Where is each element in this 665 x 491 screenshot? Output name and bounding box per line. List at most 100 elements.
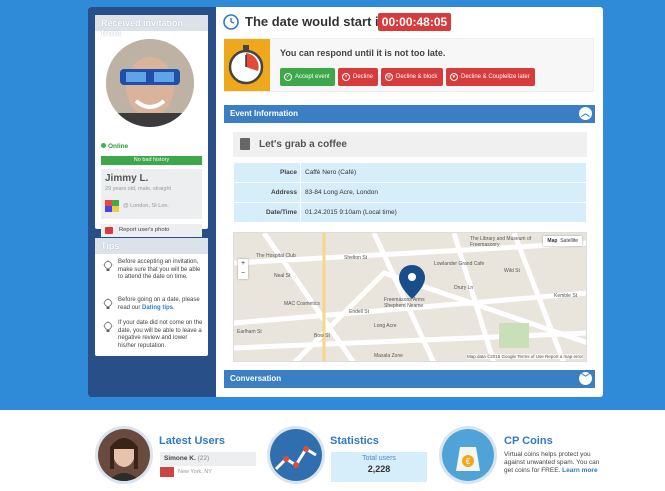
lightbulb-icon — [102, 298, 114, 309]
accept-label: Accept event — [295, 74, 330, 80]
coins-description: Virtual coins helps protect you against … — [504, 451, 600, 475]
row-value: 83-84 Long Acre, London — [300, 182, 587, 203]
tip-text: If your date did not come on the date, y… — [118, 320, 203, 349]
report-photo-button[interactable]: Report user's photo — [101, 224, 202, 237]
map-label: Neal St — [274, 273, 291, 279]
respond-message: You can respond until it is not too late… — [280, 48, 446, 58]
lightbulb-icon — [102, 260, 114, 271]
tip-item: Before going on a date, please read our … — [101, 297, 205, 312]
user-location: @ London, St Lon. — [123, 203, 169, 209]
check-icon: ✓ — [284, 73, 292, 81]
accept-event-button[interactable]: ✓ Accept event — [280, 68, 335, 86]
lightbulb-icon — [102, 321, 114, 332]
event-section-title: Event Information — [230, 109, 299, 118]
decline-label: Decline — [353, 74, 374, 80]
latest-user-location: New York, NY — [178, 469, 212, 475]
online-label: Online — [108, 143, 129, 150]
total-users-label: Total users — [362, 455, 396, 462]
map-label: Earlham St — [237, 329, 262, 335]
map-label: The Library and Museum of Freemasonry — [470, 236, 532, 248]
decline-block-label: Decline & block — [396, 74, 438, 80]
event-name-bar: Let's grab a coffee — [233, 132, 587, 157]
latest-users-title: Latest Users — [159, 435, 226, 447]
user-card: Jimmy L. 29 years old, male, straight @ … — [101, 169, 202, 219]
tips-box: Tips Before accepting an invitation, mak… — [95, 238, 208, 356]
map-label: Freemasons Arms Shepherd Neame — [384, 297, 425, 309]
map-label: Drury Ln — [454, 285, 474, 291]
report-label: Report user's photo — [119, 227, 170, 233]
row-key: Date/Time — [233, 202, 301, 223]
row-value: 01.24.2015 9:10am (Local time) — [300, 202, 587, 223]
map-label: Masala Zone — [374, 353, 403, 359]
zoom-control[interactable]: + − — [238, 259, 248, 279]
latest-user-card[interactable]: Simone K. (22) — [160, 452, 256, 466]
chevron-down-icon[interactable]: ﹀ — [579, 372, 592, 385]
dating-tips-link[interactable]: Dating tips — [142, 305, 173, 311]
row-key: Place — [233, 162, 301, 183]
box-title: Received invitation from — [95, 15, 208, 38]
online-status: Online — [101, 143, 128, 150]
map-label: Endell St — [349, 309, 370, 315]
tip-item: Before accepting an invitation, make sur… — [101, 259, 205, 282]
row-key: Address — [233, 182, 301, 203]
map-attribution: Map data ©2015 Google Terms of Use Repor… — [466, 354, 583, 359]
map-label: Bow St — [314, 333, 330, 339]
clock-icon — [223, 14, 239, 30]
conversation-section-header[interactable]: Conversation ﹀ — [224, 370, 595, 388]
latest-user-name: Simone K. — [164, 455, 196, 462]
total-users-box: Total users 2,228 — [331, 452, 427, 482]
tip-text-after: . — [173, 304, 175, 311]
zoom-out-button[interactable]: − — [238, 269, 248, 279]
total-users-value: 2,228 — [367, 464, 391, 474]
decline-coupleize-button[interactable]: ♥ Decline & Couplelize later — [446, 68, 535, 86]
latest-user-avatar[interactable] — [95, 426, 153, 484]
user-location-text: London, St Lon. — [130, 203, 169, 209]
avatar[interactable] — [106, 39, 194, 127]
stopwatch-icon — [224, 39, 270, 91]
map-type-satellite[interactable]: Satellite — [560, 238, 578, 244]
statistics-icon — [267, 426, 325, 484]
conversation-title: Conversation — [230, 374, 282, 383]
learn-more-link[interactable]: Learn more — [562, 467, 597, 474]
tip-item: If your date did not come on the date, y… — [101, 320, 205, 350]
page-title: The date would start in: — [245, 14, 391, 29]
block-icon: ⊘ — [385, 73, 393, 81]
map-label: Shelton St — [344, 255, 368, 261]
decline-block-button[interactable]: ⊘ Decline & block — [381, 68, 443, 86]
flag-icon — [160, 467, 174, 477]
close-icon: × — [342, 73, 350, 81]
coffee-cup-icon — [240, 138, 250, 150]
heart-icon: ♥ — [450, 73, 458, 81]
map-label: Long Acre — [374, 323, 397, 329]
map-label: Lowlander Grand Cafe — [434, 261, 485, 267]
zoom-in-button[interactable]: + — [238, 259, 248, 269]
table-row: Place Caffè Nero (Café) — [233, 162, 587, 183]
user-name: Jimmy L. — [105, 173, 149, 184]
coins-icon: € — [439, 426, 497, 484]
event-section-header[interactable]: Event Information ︿ — [224, 105, 595, 123]
coins-title: CP Coins — [504, 435, 553, 447]
decline-button[interactable]: × Decline — [338, 68, 378, 86]
invitation-sender-box: Received invitation from Online No bad h… — [95, 15, 208, 237]
statistics-title: Statistics — [330, 435, 379, 447]
table-row: Date/Time 01.24.2015 9:10am (Local time) — [233, 202, 587, 223]
table-row: Address 83-84 Long Acre, London — [233, 182, 587, 203]
latest-user-age: (22) — [197, 455, 210, 462]
countdown-timer: 00:00:48:05 — [378, 13, 451, 31]
online-dot-icon — [101, 143, 106, 148]
event-details-table: Place Caffè Nero (Café) Address 83-84 Long… — [233, 162, 587, 223]
map-label: MAC Cosmetics — [284, 301, 320, 307]
report-icon — [105, 227, 113, 234]
svg-text:€: € — [466, 457, 471, 466]
event-name: Let's grab a coffee — [259, 139, 347, 150]
user-info: 29 years old, male, straight — [105, 186, 172, 192]
flag-icon — [105, 200, 119, 212]
tip-text: Before accepting an invitation, make sur… — [118, 259, 201, 280]
map-label: The Hospital Club — [256, 253, 296, 259]
tips-title: Tips — [95, 238, 208, 254]
row-value: Caffè Nero (Café) — [300, 162, 587, 183]
chevron-up-icon[interactable]: ︿ — [579, 107, 592, 120]
map-label: Wild St — [504, 268, 520, 274]
map-label: Kemble St — [554, 293, 578, 299]
location-map[interactable]: Map Satellite + − The Hospital Club The L… — [233, 232, 587, 362]
